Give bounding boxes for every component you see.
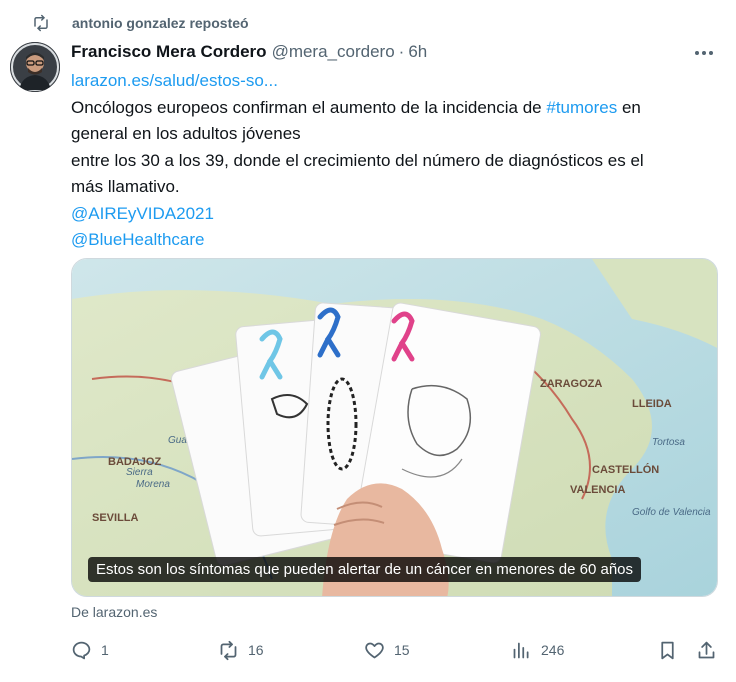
tweet-line-4: más llamativo. xyxy=(71,177,180,196)
mention-bluehealthcare[interactable]: @BlueHealthcare xyxy=(71,227,711,254)
reply-icon xyxy=(72,641,91,659)
repost-icon xyxy=(32,14,50,32)
action-bar: 1 16 15 246 xyxy=(0,636,736,664)
views-count: 246 xyxy=(541,642,565,658)
tweet-line-3: entre los 30 a los 39, donde el crecimie… xyxy=(71,150,644,170)
heart-icon xyxy=(365,642,384,658)
more-dots-icon xyxy=(695,51,713,55)
reply-button[interactable]: 1 xyxy=(71,636,109,664)
article-link[interactable]: larazon.es/salud/estos-so... xyxy=(71,68,711,95)
hashtag-tumores[interactable]: #tumores xyxy=(546,98,617,117)
repost-header: antonio gonzalez reposteó xyxy=(32,12,249,34)
media-caption: Estos son los síntomas que pueden alerta… xyxy=(88,557,642,582)
map-label-tortosa: Tortosa xyxy=(652,437,685,448)
mention-aireyvida[interactable]: @AIREyVIDA2021 xyxy=(71,201,711,228)
map-label-morena: Morena xyxy=(136,479,170,490)
map-label-sierra: Sierra xyxy=(126,467,153,478)
map-label-sevilla: SEVILLA xyxy=(92,512,139,524)
bookmark-icon xyxy=(661,641,674,659)
bookmark-button[interactable] xyxy=(657,636,678,664)
map-label-zaragoza: ZARAGOZA xyxy=(540,378,602,390)
separator-dot: · xyxy=(398,42,405,61)
repost-count: 16 xyxy=(248,642,264,658)
author-handle[interactable]: @mera_cordero xyxy=(272,42,395,62)
views-chart-icon xyxy=(513,642,529,658)
like-button[interactable]: 15 xyxy=(364,636,410,664)
more-options-button[interactable] xyxy=(692,42,716,64)
tweet-header: Francisco Mera Cordero @mera_cordero · 6… xyxy=(71,41,427,63)
tweet-text: larazon.es/salud/estos-so... Oncólogos e… xyxy=(71,68,711,254)
link-source[interactable]: De larazon.es xyxy=(71,604,157,620)
share-button[interactable] xyxy=(696,636,717,664)
views-button[interactable]: 246 xyxy=(511,636,564,664)
author-name[interactable]: Francisco Mera Cordero xyxy=(71,42,267,62)
reply-count: 1 xyxy=(101,642,109,658)
tweet-line-1: Oncólogos europeos confirman el aumento … xyxy=(71,95,711,122)
map-label-golfo: Golfo de Valencia xyxy=(632,507,711,518)
tweet-line-1-suffix: en xyxy=(617,97,641,117)
map-label-valencia: VALENCIA xyxy=(570,484,625,496)
map-label-lleida: LLEIDA xyxy=(632,398,672,410)
share-icon xyxy=(698,641,715,658)
repost-icon xyxy=(220,640,237,660)
repost-button[interactable]: 16 xyxy=(218,636,264,664)
tweet-line-2: general en los adultos jóvenes xyxy=(71,124,301,143)
link-card-image[interactable]: ZARAGOZA LLEIDA CASTELLÓN VALENCIA BADAJ… xyxy=(71,258,718,597)
repost-label[interactable]: antonio gonzalez reposteó xyxy=(72,15,249,31)
avatar[interactable] xyxy=(10,42,60,92)
timestamp[interactable]: 6h xyxy=(408,42,427,62)
like-count: 15 xyxy=(394,642,410,658)
map-cards-illustration: ZARAGOZA LLEIDA CASTELLÓN VALENCIA BADAJ… xyxy=(72,259,717,596)
tweet-line-1-prefix: Oncólogos europeos confirman el aumento … xyxy=(71,97,547,117)
map-label-castellon: CASTELLÓN xyxy=(592,463,659,476)
